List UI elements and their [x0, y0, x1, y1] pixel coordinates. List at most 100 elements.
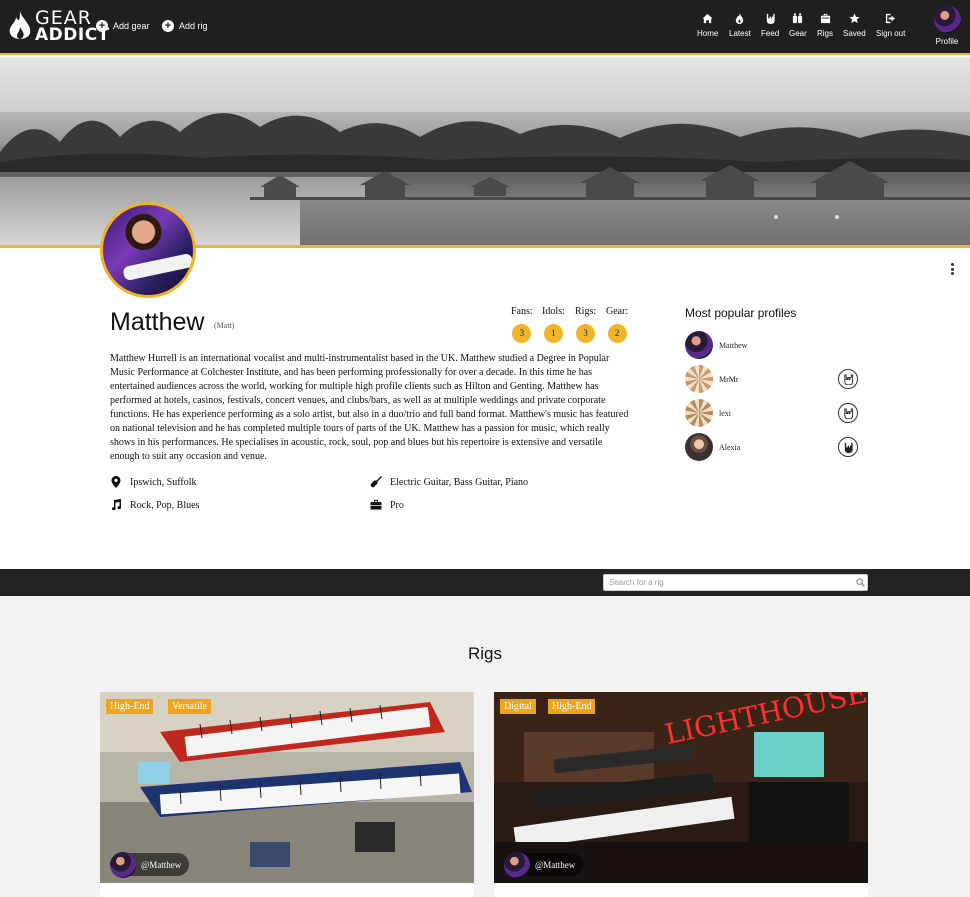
profile-name-link[interactable]: lexi — [719, 409, 838, 418]
briefcase-icon — [370, 500, 382, 510]
profile-name-link[interactable]: Alexia — [719, 443, 838, 452]
stat-rigs[interactable]: Rigs: 3 — [575, 306, 596, 343]
avatar — [685, 365, 713, 393]
nav-feed[interactable]: Feed — [761, 13, 779, 38]
rig-owner[interactable]: @Matthew — [504, 851, 584, 878]
nav-profile-label: Profile — [935, 37, 959, 46]
music-note-icon — [111, 499, 122, 511]
rig-card[interactable]: High-End Versatile @Matthew — [100, 692, 474, 897]
avatar — [933, 6, 961, 33]
profile-nickname: (Matt) — [214, 321, 235, 330]
profile-location: Ipswich, Suffolk — [110, 476, 196, 488]
profile-genres: Rock, Pop, Blues — [110, 499, 199, 511]
profile-name-link[interactable]: Matthew — [719, 341, 860, 350]
banner-bungalows — [250, 161, 970, 200]
map-pin-icon — [111, 476, 121, 488]
nav-sign-out[interactable]: Sign out — [876, 13, 905, 38]
home-icon — [702, 13, 713, 24]
popular-profiles-title: Most popular profiles — [685, 306, 797, 320]
nav-home[interactable]: Home — [697, 13, 718, 38]
star-icon — [849, 13, 860, 24]
rig-search-box — [603, 574, 868, 591]
flame-logo-icon — [9, 11, 31, 39]
kebab-dot — [951, 263, 954, 266]
stat-badge: 2 — [607, 324, 627, 343]
avatar — [685, 433, 713, 461]
profile-instruments: Electric Guitar, Bass Guitar, Piano — [370, 476, 528, 488]
list-item[interactable]: lexi — [685, 398, 860, 428]
rock-hand-icon — [766, 13, 775, 24]
add-gear-button[interactable]: + Add gear — [96, 20, 150, 32]
nav-profile[interactable]: Profile — [932, 6, 962, 46]
nav-gear[interactable]: Gear — [789, 13, 807, 38]
avatar — [504, 851, 530, 878]
plus-circle-icon: + — [162, 20, 174, 32]
plus-circle-icon: + — [96, 20, 108, 32]
avatar — [685, 331, 713, 359]
follow-rock-button[interactable] — [838, 369, 858, 389]
nav-saved[interactable]: Saved — [843, 13, 866, 38]
avatar — [685, 399, 713, 427]
profile-name: Matthew — [110, 308, 205, 336]
stat-idols[interactable]: Idols: 1 — [542, 306, 565, 343]
follow-rock-button[interactable] — [838, 437, 858, 457]
banner-dot — [774, 215, 778, 219]
rig-tag[interactable]: Versatile — [168, 699, 211, 714]
add-gear-label: Add gear — [113, 21, 150, 31]
banner-dot — [835, 215, 839, 219]
gear-addict-logo[interactable]: GEAR ADDICT — [8, 9, 109, 45]
stat-badge: 1 — [543, 324, 563, 343]
guitar-icon — [370, 476, 382, 488]
more-options-button[interactable] — [951, 263, 955, 275]
avatar — [110, 851, 136, 878]
nav-rigs[interactable]: Rigs — [817, 13, 833, 38]
profile-avatar[interactable] — [100, 202, 196, 298]
rig-tag[interactable]: Digital — [500, 699, 536, 714]
rig-owner-name: @Matthew — [535, 859, 576, 870]
stat-label: Rigs: — [575, 306, 597, 317]
nav-rigs-label: Rigs — [817, 29, 834, 38]
kebab-dot — [951, 267, 954, 271]
stat-fans[interactable]: Fans: 3 — [511, 306, 533, 343]
top-navbar: GEAR ADDICT + Add gear + Add rig Home La… — [0, 0, 970, 55]
rock-hand-icon — [843, 373, 853, 385]
rig-tag[interactable]: High-End — [106, 699, 154, 714]
instruments-text: Electric Guitar, Bass Guitar, Piano — [390, 476, 529, 488]
genres-text: Rock, Pop, Blues — [130, 499, 200, 511]
nav-latest-label: Latest — [729, 29, 751, 38]
flame-icon — [736, 13, 744, 24]
list-item[interactable]: Matthew — [685, 330, 860, 360]
stat-label: Fans: — [511, 306, 533, 317]
gear-amps-icon — [793, 13, 803, 24]
nav-home-label: Home — [697, 29, 719, 38]
follow-rock-button[interactable] — [838, 403, 858, 423]
rig-tag[interactable]: High-End — [548, 699, 596, 714]
stat-label: Gear: — [606, 306, 629, 317]
profile-level: Pro — [370, 499, 404, 511]
stat-label: Idols: — [542, 306, 565, 317]
location-text: Ipswich, Suffolk — [130, 476, 197, 488]
rig-owner-name: @Matthew — [141, 859, 182, 870]
list-item[interactable]: Alexia — [685, 432, 860, 462]
profile-bio: Matthew Hurrell is an international voca… — [110, 353, 629, 462]
nav-saved-label: Saved — [843, 29, 866, 38]
level-text: Pro — [390, 499, 404, 511]
kebab-dot — [951, 272, 954, 275]
add-rig-button[interactable]: + Add rig — [162, 20, 208, 32]
sign-out-icon — [886, 13, 896, 24]
nav-latest[interactable]: Latest — [729, 13, 751, 38]
stat-gear[interactable]: Gear: 2 — [606, 306, 628, 343]
search-input[interactable] — [609, 576, 849, 589]
rig-owner[interactable]: @Matthew — [110, 851, 190, 878]
nav-feed-label: Feed — [761, 29, 780, 38]
rock-hand-icon — [844, 442, 853, 453]
stat-badge: 3 — [576, 324, 596, 343]
profile-name-link[interactable]: MrMr — [719, 375, 838, 384]
add-rig-label: Add rig — [179, 21, 208, 31]
nav-sign-out-label: Sign out — [876, 29, 906, 38]
search-icon[interactable] — [856, 578, 865, 587]
rock-hand-icon — [843, 407, 853, 419]
list-item[interactable]: MrMr — [685, 364, 860, 394]
rig-card[interactable]: LIGHTHOUSE Digital High-End @Matthew — [494, 692, 868, 897]
nav-gear-label: Gear — [789, 29, 807, 38]
